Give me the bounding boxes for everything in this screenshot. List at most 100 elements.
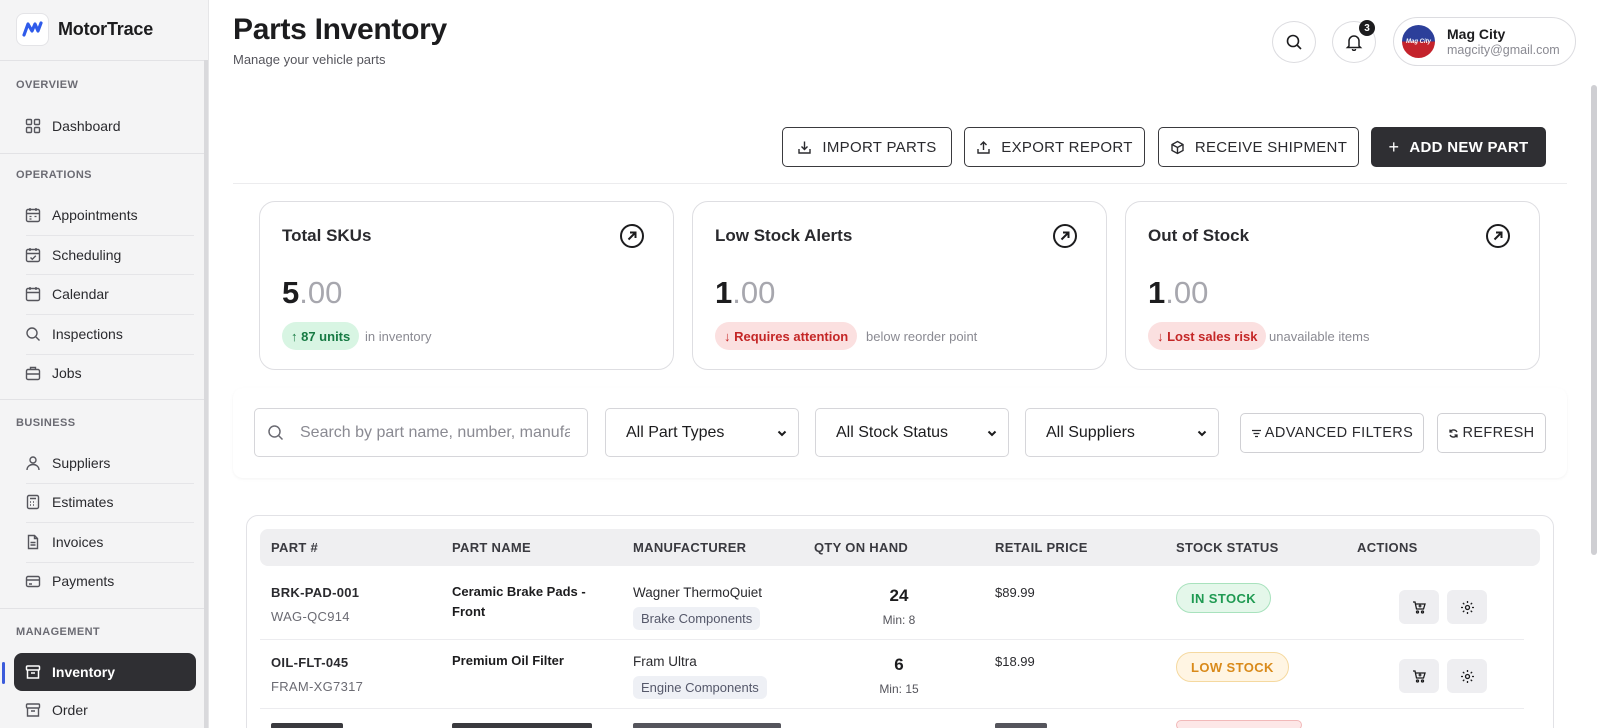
part-sku: FRAM-XG7317 [271, 679, 364, 694]
search-icon [26, 327, 40, 341]
sidebar-item-calendar[interactable]: Calendar [16, 276, 194, 312]
retail-price: $18.99 [995, 654, 1035, 669]
column-header[interactable]: QTY ON HAND [814, 540, 908, 555]
divider [0, 60, 205, 61]
avatar: Mag City [1402, 25, 1435, 58]
sidebar-item-label: Appointments [52, 207, 138, 223]
archive-icon [25, 665, 41, 679]
select-value: All Stock Status [836, 423, 949, 441]
main-scrollbar[interactable] [1591, 85, 1597, 555]
add-to-cart-button[interactable] [1399, 590, 1439, 624]
import-parts-button[interactable]: IMPORT PARTS [782, 127, 952, 167]
stat-value: 5.00 [282, 275, 343, 310]
bell-icon [1345, 35, 1363, 51]
sidebar-item-label: Inventory [52, 664, 116, 680]
sidebar-item-scheduling[interactable]: Scheduling [16, 237, 194, 273]
arrow-up-right-icon[interactable] [1052, 223, 1078, 249]
sidebar-item-estimates[interactable]: Estimates [16, 484, 194, 520]
column-header[interactable]: MANUFACTURER [633, 540, 746, 555]
notifications-button[interactable]: 3 [1332, 20, 1376, 63]
section-title-overview: OVERVIEW [16, 79, 79, 91]
add-to-cart-button[interactable] [1399, 659, 1439, 693]
sidebar-item-order[interactable]: Order [16, 692, 194, 728]
stat-note: unavailable items [1269, 329, 1370, 344]
calculator-icon [26, 494, 40, 510]
column-header[interactable]: PART NAME [452, 540, 531, 555]
sidebar-item-invoices[interactable]: Invoices [16, 524, 194, 560]
part-type-select[interactable]: All Part Types [605, 408, 799, 457]
stat-note: in inventory [365, 329, 432, 344]
button-label: IMPORT PARTS [822, 138, 937, 156]
document-icon [27, 534, 39, 550]
advanced-filters-button[interactable]: ADVANCED FILTERS [1240, 413, 1424, 453]
suppliers-select[interactable]: All Suppliers [1025, 408, 1219, 457]
section-title-business: BUSINESS [16, 417, 76, 429]
divider [26, 522, 194, 523]
search-field[interactable] [254, 408, 588, 457]
status-badge: IN STOCK [1176, 583, 1272, 613]
sidebar-item-label: Invoices [52, 534, 104, 550]
part-name: Ceramic Brake Pads - Front [452, 584, 586, 619]
stat-title: Total SKUs [282, 226, 372, 245]
sidebar-item-appointments[interactable]: Appointments [16, 197, 194, 233]
refresh-button[interactable]: REFRESH [1437, 413, 1546, 453]
chevron-down-icon [987, 430, 997, 436]
add-new-part-button[interactable]: + ADD NEW PART [1371, 127, 1546, 167]
trend-badge: ↓ Requires attention [715, 322, 858, 350]
sidebar-scrollbar[interactable] [204, 60, 208, 728]
chevron-down-icon [1197, 430, 1207, 436]
manufacturer-cropped [633, 723, 781, 728]
stat-card-total-skus: Total SKUs 5.00 ↑ 87 units in inventory [259, 201, 674, 370]
sidebar-item-label: Suppliers [52, 455, 111, 471]
user-menu[interactable]: Mag City Mag City magcity@gmail.com [1393, 17, 1576, 66]
button-label: EXPORT REPORT [1001, 138, 1133, 156]
part-sku: WAG-QC914 [271, 609, 350, 624]
settings-button[interactable] [1447, 590, 1487, 624]
download-icon [798, 141, 812, 154]
stat-value: 1.00 [1148, 275, 1209, 310]
button-label: ADVANCED FILTERS [1264, 425, 1414, 441]
receive-shipment-button[interactable]: RECEIVE SHIPMENT [1158, 127, 1359, 167]
user-name: Mag City [1447, 25, 1506, 42]
status-badge: LOW STOCK [1176, 652, 1289, 682]
column-header[interactable]: STOCK STATUS [1176, 540, 1279, 555]
arrow-up-right-icon[interactable] [619, 223, 645, 249]
refresh-icon [1449, 428, 1459, 438]
manufacturer: Fram Ultra [633, 654, 697, 669]
stat-value: 1.00 [715, 275, 776, 310]
part-number: BRK-PAD-001 [271, 585, 360, 600]
sidebar-item-label: Order [52, 702, 88, 718]
column-header: ACTIONS [1357, 540, 1418, 555]
search-input[interactable] [300, 423, 570, 442]
gear-icon [1460, 600, 1474, 614]
button-label: REFRESH [1462, 425, 1535, 441]
brand[interactable]: MotorTrace [16, 12, 153, 46]
user-email: magcity@gmail.com [1447, 42, 1560, 57]
sidebar-item-dashboard[interactable]: Dashboard [16, 108, 194, 144]
stock-status-select[interactable]: All Stock Status [815, 408, 1009, 457]
qty-on-hand: 24 [889, 586, 909, 605]
stat-title: Low Stock Alerts [715, 226, 853, 245]
arrow-up-right-icon[interactable] [1485, 223, 1511, 249]
sidebar-item-payments[interactable]: Payments [16, 563, 194, 599]
calendar-icon [25, 287, 41, 302]
sidebar-item-inspections[interactable]: Inspections [16, 316, 194, 352]
column-header[interactable]: PART # [271, 540, 318, 555]
sidebar-item-suppliers[interactable]: Suppliers [16, 445, 194, 481]
sidebar-item-jobs[interactable]: Jobs [16, 355, 194, 391]
settings-button[interactable] [1447, 659, 1487, 693]
export-report-button[interactable]: EXPORT REPORT [964, 127, 1145, 167]
section-title-management: MANAGEMENT [16, 626, 101, 638]
sidebar-item-label: Jobs [52, 365, 82, 381]
archive-icon [25, 703, 41, 717]
sidebar-item-inventory[interactable]: Inventory [14, 653, 196, 691]
page-title: Parts Inventory [233, 13, 447, 46]
search-button[interactable] [1272, 21, 1316, 63]
credit-card-icon [25, 575, 41, 588]
grid-icon [25, 118, 41, 134]
sidebar-item-label: Inspections [52, 326, 123, 342]
column-header[interactable]: RETAIL PRICE [995, 540, 1088, 555]
manufacturer: Wagner ThermoQuiet [633, 585, 763, 600]
brand-logo-icon [16, 12, 49, 46]
qty-min: Min: 8 [882, 613, 916, 627]
